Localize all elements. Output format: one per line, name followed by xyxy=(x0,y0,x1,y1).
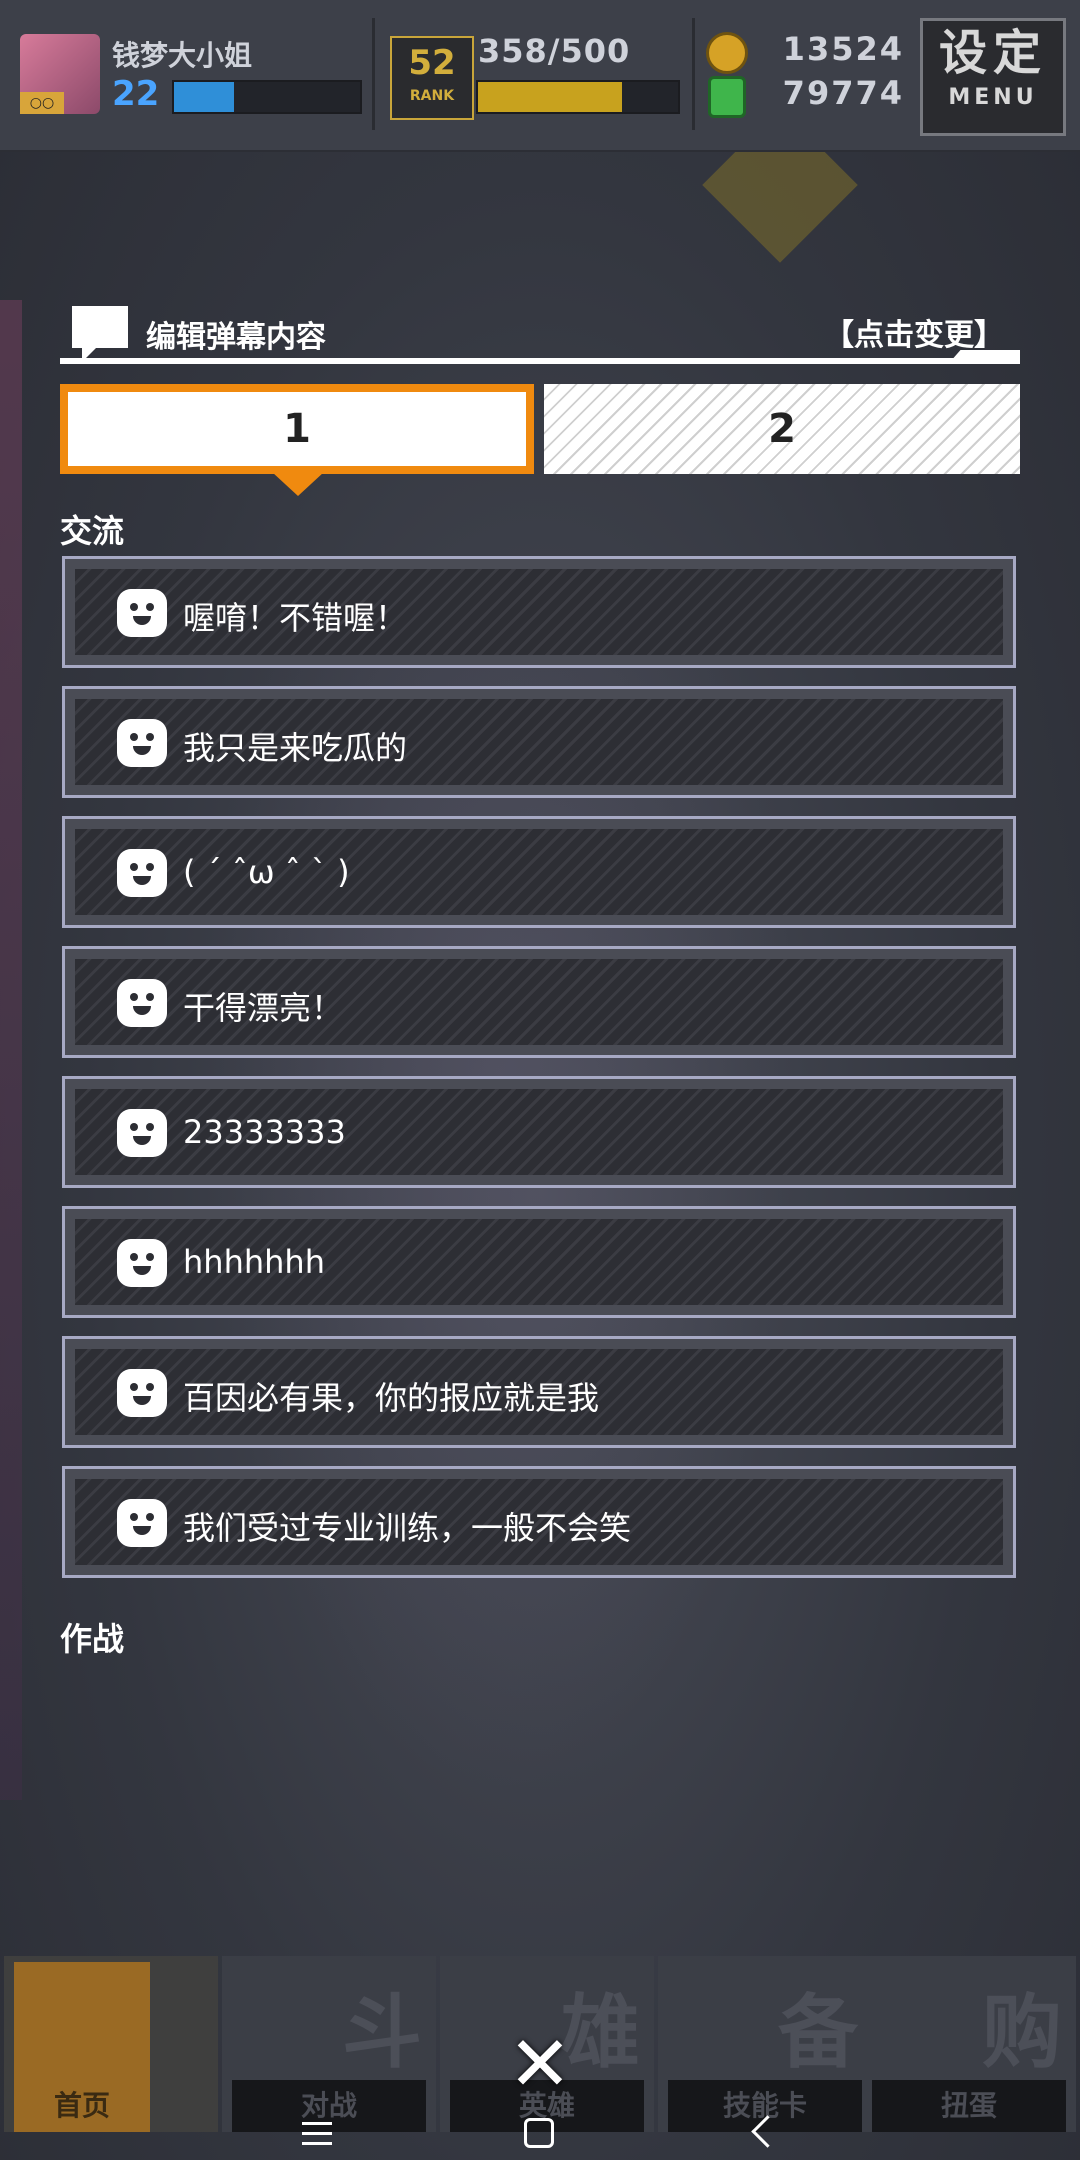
xp-bar xyxy=(172,80,362,114)
panel-title: 编辑弹幕内容 xyxy=(146,320,326,355)
phrase-text: 喔唷！不错喔！ xyxy=(183,599,408,637)
phrase-item[interactable]: 百因必有果，你的报应就是我 xyxy=(62,1336,1016,1448)
top-status-bar: ○○ 钱梦大小姐 22 52 RANK 358/500 13524 79774 … xyxy=(0,0,1080,152)
player-name: 钱梦大小姐 xyxy=(112,39,253,72)
change-button[interactable]: 【点击变更】 xyxy=(824,310,1004,354)
nav-big-glyph: 斗 xyxy=(342,1986,422,2079)
background-pole xyxy=(0,300,22,1800)
smiley-face-icon xyxy=(117,1499,167,1547)
menu-button-subtitle: MENU xyxy=(948,85,1038,110)
nav-big-glyph: 购 xyxy=(982,1986,1062,2079)
home-icon[interactable] xyxy=(524,2118,554,2148)
smiley-face-icon xyxy=(117,589,167,637)
avatar-tag: ○○ xyxy=(20,92,64,114)
phrase-text: 干得漂亮！ xyxy=(183,989,344,1027)
phrase-text: 我们受过专业训练，一般不会笑 xyxy=(183,1509,632,1547)
divider xyxy=(692,18,695,130)
back-icon[interactable] xyxy=(751,2115,784,2148)
phrase-item[interactable]: 干得漂亮！ xyxy=(62,946,1016,1058)
rank-label: RANK xyxy=(409,88,455,104)
smiley-face-icon xyxy=(117,1109,167,1157)
phrase-item[interactable]: 我只是来吃瓜的 xyxy=(62,686,1016,798)
phrase-item[interactable]: 23333333 xyxy=(62,1076,1016,1188)
phrase-text: hhhhhhh xyxy=(183,1243,325,1281)
smiley-face-icon xyxy=(117,849,167,897)
tab-2[interactable]: 2 xyxy=(544,384,1020,474)
phrase-text: 百因必有果，你的报应就是我 xyxy=(183,1379,600,1417)
back-arrow-icon xyxy=(14,1962,150,2092)
panel-header: 编辑弹幕内容 【点击变更】 xyxy=(60,304,1020,362)
menu-icon[interactable] xyxy=(302,2122,332,2146)
gem-count: 79774 xyxy=(782,74,904,112)
nav-skill-cards[interactable]: 备 技能卡 xyxy=(658,1956,872,2132)
stamina-value: 358/500 xyxy=(478,32,631,70)
player-level: 22 xyxy=(112,74,160,114)
stamina-fill xyxy=(478,82,622,112)
selected-tab-pointer xyxy=(272,472,324,496)
phrase-text: 我只是来吃瓜的 xyxy=(183,729,408,767)
close-button[interactable]: ✕ xyxy=(500,2024,580,2104)
section-label-communication: 交流 xyxy=(60,512,125,550)
rank-number: 52 xyxy=(408,43,456,83)
phrase-item[interactable]: 喔唷！不错喔！ xyxy=(62,556,1016,668)
tab-1[interactable]: 1 xyxy=(60,384,534,474)
phrase-text: 23333333 xyxy=(183,1113,346,1151)
smiley-face-icon xyxy=(117,1239,167,1287)
gem-icon xyxy=(708,76,746,118)
smiley-face-icon xyxy=(117,1369,167,1417)
xp-fill xyxy=(174,82,234,112)
menu-button-title: 设定 xyxy=(938,25,1047,81)
coin-icon xyxy=(706,32,748,74)
stamina-bar xyxy=(476,80,680,114)
phrase-item[interactable]: ( ´ ˆω ˆ ` ) xyxy=(62,816,1016,928)
section-label-combat: 作战 xyxy=(60,1620,125,1658)
nav-battle[interactable]: 斗 对战 xyxy=(222,1956,436,2132)
chat-bubble-icon xyxy=(72,306,128,362)
nav-big-glyph: 备 xyxy=(778,1986,858,2079)
system-navigation-bar xyxy=(0,2110,1080,2160)
smiley-face-icon xyxy=(117,979,167,1027)
rank-badge: 52 RANK xyxy=(390,36,474,120)
divider xyxy=(372,18,375,130)
header-underline-tab xyxy=(950,350,1020,362)
settings-menu-button[interactable]: 设定 MENU xyxy=(920,18,1066,136)
phrase-item[interactable]: hhhhhhh xyxy=(62,1206,1016,1318)
nav-gacha[interactable]: 购 扭蛋 xyxy=(862,1956,1076,2132)
nav-home[interactable]: 首页 xyxy=(4,1956,218,2132)
phrase-item[interactable]: 我们受过专业训练，一般不会笑 xyxy=(62,1466,1016,1578)
smiley-face-icon xyxy=(117,719,167,767)
phrase-text: ( ´ ˆω ˆ ` ) xyxy=(183,853,350,891)
coin-count: 13524 xyxy=(782,30,904,68)
header-underline xyxy=(60,358,1020,364)
